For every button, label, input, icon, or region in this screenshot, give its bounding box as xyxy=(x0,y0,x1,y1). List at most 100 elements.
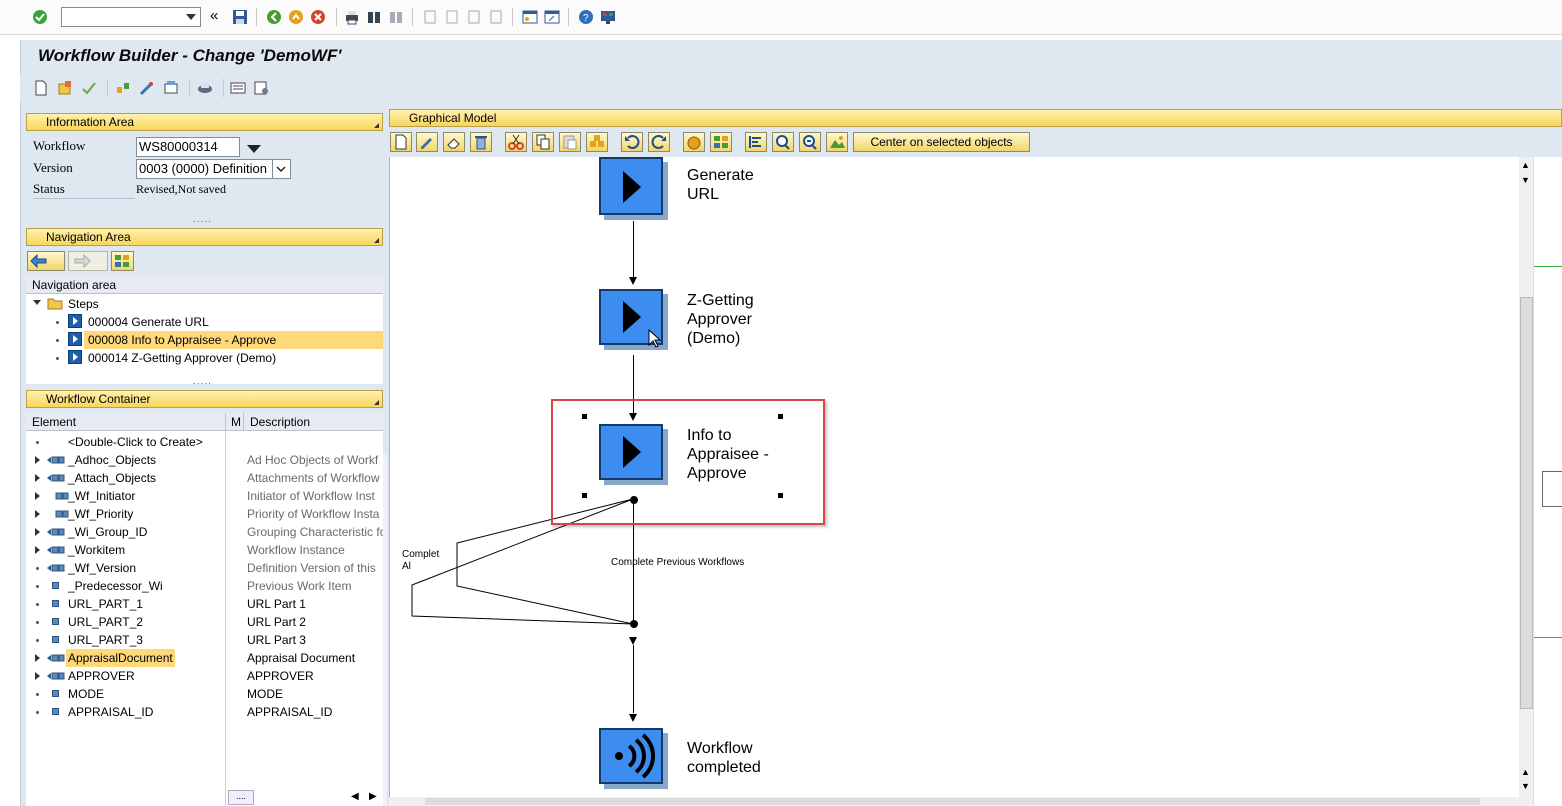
test-icon[interactable] xyxy=(139,80,155,96)
redo-icon[interactable] xyxy=(648,132,670,152)
expand-icon[interactable] xyxy=(35,546,40,554)
navigation-area-header[interactable]: Navigation Area xyxy=(26,228,383,246)
zoom-in-icon[interactable] xyxy=(772,132,794,152)
horizontal-scrollbar[interactable] xyxy=(389,797,1533,806)
scroll-left-icon[interactable]: ◀ xyxy=(351,791,359,802)
expand-icon[interactable] xyxy=(35,474,40,482)
next-page-icon[interactable] xyxy=(466,9,482,25)
version-select[interactable]: 0003 (0000) Definition xyxy=(136,159,291,179)
save-icon[interactable] xyxy=(232,9,248,25)
container-row[interactable]: URL_PART_3 URL Part 3 xyxy=(26,631,383,649)
container-row[interactable]: _Wi_Group_ID Grouping Characteristic fo xyxy=(26,523,383,541)
find-icon[interactable] xyxy=(366,9,382,25)
container-row[interactable]: _Wf_Priority Priority of Workflow Insta xyxy=(26,505,383,523)
container-row[interactable]: _Wf_Version Definition Version of this xyxy=(26,559,383,577)
information-area-header[interactable]: Information Area xyxy=(26,113,383,131)
expand-icon[interactable] xyxy=(35,672,40,680)
nav-step-item[interactable]: 000004 Generate URL xyxy=(88,313,209,331)
expand-icon[interactable] xyxy=(35,510,40,518)
first-page-icon[interactable] xyxy=(422,9,438,25)
list-icon[interactable] xyxy=(230,80,246,96)
cut-icon[interactable] xyxy=(505,132,527,152)
scroll-up-icon[interactable]: ▲ xyxy=(1521,160,1530,170)
container-row[interactable]: _Predecessor_Wi Previous Work Item xyxy=(26,577,383,595)
scroll-thumb[interactable] xyxy=(425,798,1480,805)
command-field[interactable] xyxy=(61,7,201,27)
nav-overview-button[interactable] xyxy=(111,251,134,271)
step-node-info-to-appraisee[interactable] xyxy=(599,424,663,480)
find-next-icon[interactable] xyxy=(388,9,404,25)
eraser-icon[interactable] xyxy=(443,132,465,152)
resize-handle[interactable] xyxy=(582,414,587,419)
print-icon[interactable] xyxy=(344,9,360,25)
enter-icon[interactable] xyxy=(32,9,48,25)
printer-icon[interactable] xyxy=(197,80,213,96)
open-icon[interactable] xyxy=(57,80,73,96)
expand-icon[interactable] xyxy=(35,456,40,464)
container-row[interactable]: _Adhoc_Objects Ad Hoc Objects of Workf xyxy=(26,451,383,469)
tools-icon[interactable] xyxy=(683,132,705,152)
edit-icon[interactable] xyxy=(416,132,438,152)
resize-handle[interactable] xyxy=(582,493,587,498)
nav-step-item[interactable]: 000014 Z-Getting Approver (Demo) xyxy=(88,349,276,367)
container-row[interactable]: AppraisalDocument Appraisal Document xyxy=(26,649,383,667)
graphical-model-header[interactable]: Graphical Model xyxy=(389,109,1562,127)
insert-block-icon[interactable] xyxy=(586,132,608,152)
container-row[interactable]: APPROVER APPROVER xyxy=(26,667,383,685)
new-icon[interactable] xyxy=(390,132,412,152)
container-row[interactable]: URL_PART_2 URL Part 2 xyxy=(26,613,383,631)
settings-icon[interactable] xyxy=(254,80,270,96)
container-row[interactable]: _Attach_Objects Attachments of Workflow xyxy=(26,469,383,487)
zoom-out-icon[interactable] xyxy=(799,132,821,152)
workflow-container-header[interactable]: Workflow Container xyxy=(26,390,383,408)
print-icon[interactable] xyxy=(163,80,179,96)
column-header-element[interactable]: Element xyxy=(26,413,226,431)
center-selected-button[interactable]: Center on selected objects xyxy=(853,132,1030,152)
tree-root-steps[interactable]: Steps xyxy=(68,295,99,313)
expand-icon[interactable] xyxy=(35,528,40,536)
container-row[interactable]: APPRAISAL_ID APPRAISAL_ID xyxy=(26,703,383,721)
nav-step-item-selected[interactable]: 000008 Info to Appraisee - Approve xyxy=(88,331,276,349)
scroll-right-icon[interactable]: ▶ xyxy=(369,791,377,802)
container-row[interactable]: MODE MODE xyxy=(26,685,383,703)
column-header-description[interactable]: Description xyxy=(244,413,383,431)
container-row[interactable]: URL_PART_1 URL Part 1 xyxy=(26,595,383,613)
splitter-handle[interactable]: ..... xyxy=(193,214,212,225)
chevron-down-icon[interactable] xyxy=(186,14,196,20)
expand-icon[interactable] xyxy=(35,492,40,500)
grid-icon[interactable] xyxy=(710,132,732,152)
last-page-icon[interactable] xyxy=(488,9,504,25)
workflow-dropdown-icon[interactable] xyxy=(247,145,261,153)
nav-forward-button[interactable] xyxy=(68,251,108,271)
splitter-handle[interactable]: ..... xyxy=(193,376,212,387)
cancel-icon[interactable] xyxy=(310,9,326,25)
create-shortcut-icon[interactable] xyxy=(544,9,560,25)
customize-layout-icon[interactable] xyxy=(600,9,616,25)
resize-handle[interactable] xyxy=(778,414,783,419)
check-icon[interactable] xyxy=(81,80,97,96)
overview-icon[interactable] xyxy=(826,132,848,152)
scroll-down-icon[interactable]: ▼ xyxy=(1521,781,1530,791)
expand-icon[interactable] xyxy=(35,654,40,662)
container-row[interactable]: _Workitem Workflow Instance xyxy=(26,541,383,559)
align-icon[interactable] xyxy=(745,132,767,152)
resize-handle[interactable] xyxy=(778,493,783,498)
graphical-model-canvas[interactable]: Complete Previous Workflows Complet Al Ge… xyxy=(389,157,1519,806)
scroll-thumb[interactable] xyxy=(1520,297,1533,709)
splitter-bar[interactable] xyxy=(383,453,387,806)
copy-icon[interactable] xyxy=(532,132,554,152)
chevron-down-icon[interactable] xyxy=(272,160,290,178)
new-session-icon[interactable] xyxy=(522,9,538,25)
exit-icon[interactable] xyxy=(288,9,304,25)
scroll-up-icon[interactable]: ▲ xyxy=(1521,767,1530,777)
undo-icon[interactable] xyxy=(621,132,643,152)
activate-icon[interactable] xyxy=(115,80,131,96)
new-document-icon[interactable] xyxy=(33,80,49,96)
scroll-down-icon[interactable]: ▼ xyxy=(1521,175,1530,185)
scroll-handle[interactable]: .... xyxy=(228,790,254,805)
collapse-icon[interactable] xyxy=(33,300,41,305)
workflow-field[interactable]: WS80000314 xyxy=(136,137,240,157)
help-icon[interactable]: ? xyxy=(578,9,594,25)
column-header-m[interactable]: M xyxy=(226,413,244,431)
container-row[interactable]: _Wf_Initiator Initiator of Workflow Inst xyxy=(26,487,383,505)
